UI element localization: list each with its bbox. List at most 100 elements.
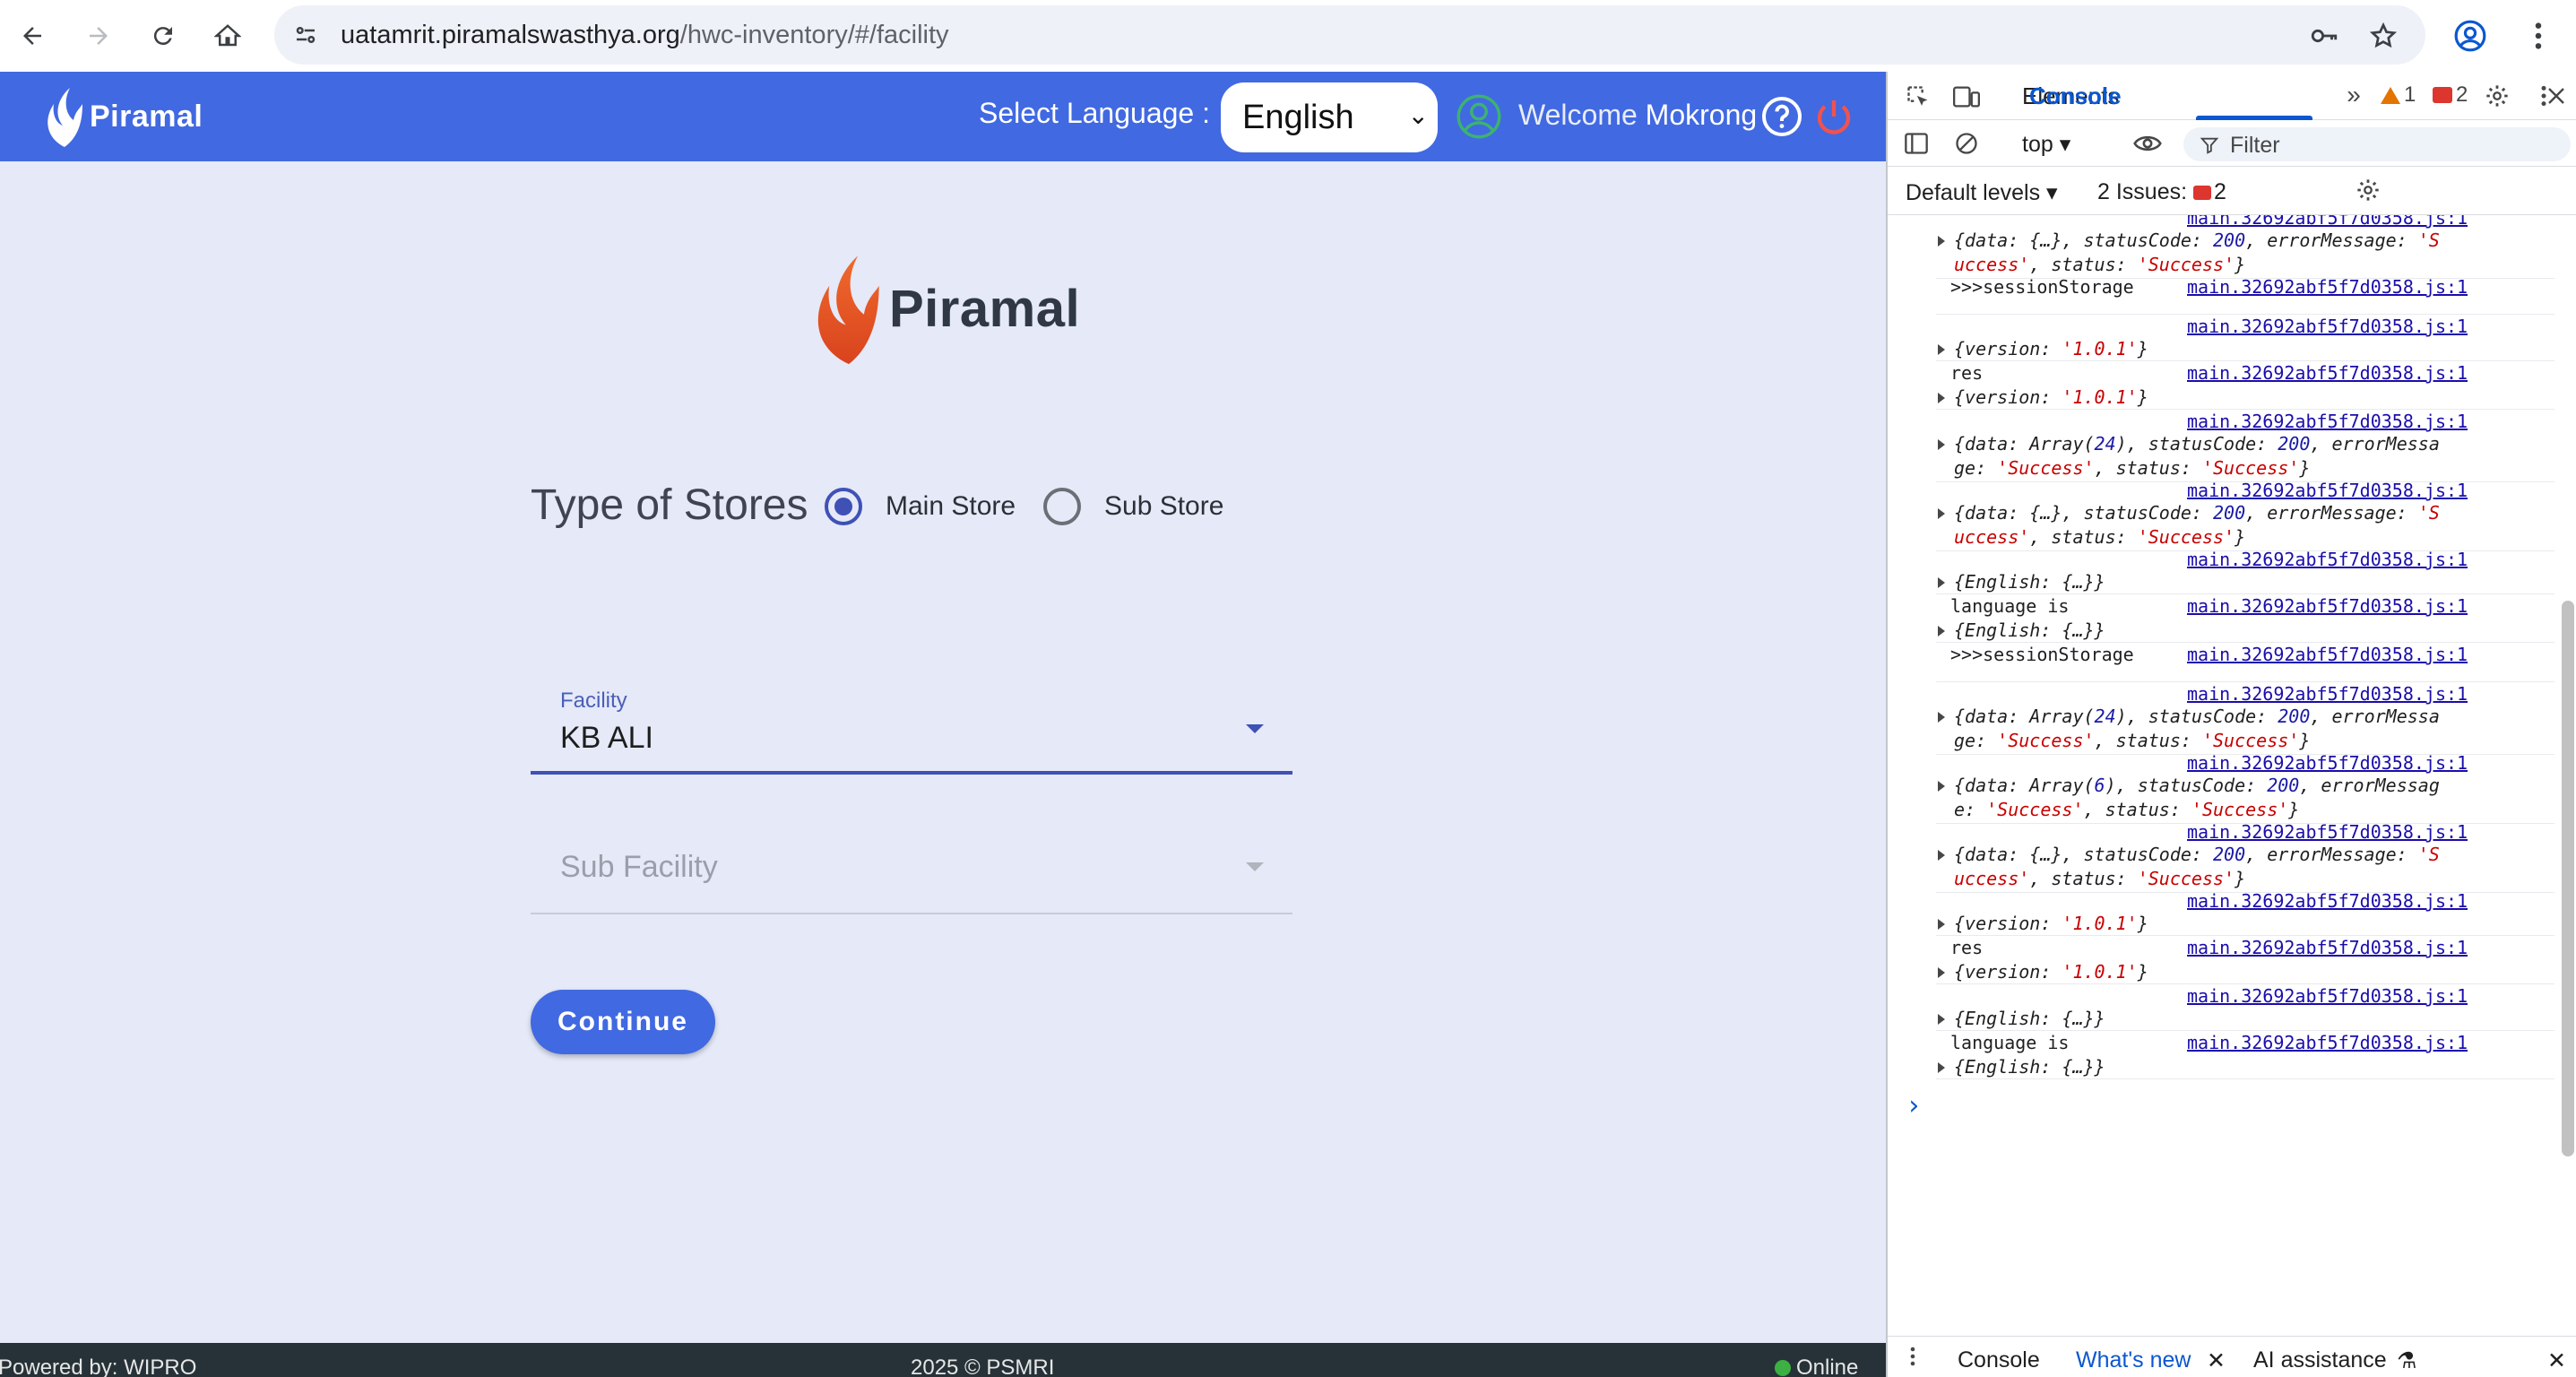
log-source-link[interactable]: main.32692abf5f7d0358.js:1 [2187,275,2468,299]
console-scrollbar[interactable] [2562,601,2574,1156]
console-log-entry[interactable]: main.32692abf5f7d0358.js:1 {data: {…}, st… [1936,479,2554,551]
log-source-link[interactable]: main.32692abf5f7d0358.js:1 [2187,315,2468,339]
context-select[interactable]: top ▾ [2022,131,2070,158]
expand-triangle-icon[interactable] [1938,508,1945,519]
console-log-area[interactable]: main.32692abf5f7d0358.js:1 {data: {…}, st… [1888,215,2576,1336]
more-tabs-icon[interactable]: » [2336,77,2372,113]
power-icon[interactable] [1812,95,1855,138]
log-object[interactable]: {data: {…}, statusCode: 200, errorMessag… [1954,501,2440,550]
menu-icon[interactable] [2513,11,2563,61]
log-source-link[interactable]: main.32692abf5f7d0358.js:1 [2187,751,2468,775]
console-log-entry[interactable]: main.32692abf5f7d0358.js:1 {English: {…}} [1936,548,2554,594]
log-object[interactable]: {data: {…}, statusCode: 200, errorMessag… [1954,229,2440,277]
console-log-entry[interactable]: main.32692abf5f7d0358.js:1 {data: Array(6… [1936,751,2554,824]
close-devtools-icon[interactable] [2538,78,2574,114]
console-log-entry[interactable]: main.32692abf5f7d0358.js:1 res {version: '… [1936,936,2554,984]
close-whats-new-icon[interactable]: ✕ [2207,1347,2226,1374]
expand-triangle-icon[interactable] [1938,967,1945,978]
expand-triangle-icon[interactable] [1938,919,1945,930]
radio-main-store[interactable] [825,488,862,525]
radio-main-store-label[interactable]: Main Store [886,491,1016,522]
language-select[interactable]: English ⌄ [1221,82,1438,152]
log-object[interactable]: {version: '1.0.1'} [1954,385,2148,410]
expand-triangle-icon[interactable] [1938,850,1945,861]
console-log-entry[interactable]: main.32692abf5f7d0358.js:1 language is {En… [1936,1031,2554,1079]
console-log-entry[interactable]: main.32692abf5f7d0358.js:1 {English: {…}} [1936,984,2554,1031]
drawer-tab-whats-new[interactable]: What's new [2076,1347,2191,1373]
log-source-link[interactable]: main.32692abf5f7d0358.js:1 [2187,643,2468,667]
expand-triangle-icon[interactable] [1938,781,1945,792]
sidebar-toggle-icon[interactable] [1898,126,1934,161]
log-source-link[interactable]: main.32692abf5f7d0358.js:1 [2187,361,2468,385]
log-source-link[interactable]: main.32692abf5f7d0358.js:1 [2187,594,2468,619]
drawer-menu-icon[interactable] [1895,1338,1931,1374]
log-source-link[interactable]: main.32692abf5f7d0358.js:1 [2187,1031,2468,1055]
expand-triangle-icon[interactable] [1938,626,1945,637]
expand-triangle-icon[interactable] [1938,1062,1945,1073]
home-icon[interactable] [204,13,251,59]
radio-sub-store-label[interactable]: Sub Store [1104,491,1223,522]
back-icon[interactable] [9,13,56,59]
console-log-entry[interactable]: main.32692abf5f7d0358.js:1 language is {En… [1936,594,2554,643]
log-source-link[interactable]: main.32692abf5f7d0358.js:1 [2187,984,2468,1009]
facility-select[interactable]: Facility KB ALI [531,680,1292,775]
log-object[interactable]: {English: {…}} [1954,1055,2105,1079]
console-log-entry[interactable]: main.32692abf5f7d0358.js:1 >>>sessionStor… [1936,643,2554,682]
address-bar[interactable]: uatamrit.piramalswasthya.org/hwc-invento… [274,5,2425,65]
expand-triangle-icon[interactable] [1938,1014,1945,1025]
radio-sub-store[interactable] [1043,488,1081,525]
log-source-link[interactable]: main.32692abf5f7d0358.js:1 [2187,936,2468,960]
expand-triangle-icon[interactable] [1938,393,1945,403]
log-source-link[interactable]: main.32692abf5f7d0358.js:1 [2187,889,2468,914]
help-icon[interactable] [1760,95,1803,138]
console-log-entry[interactable]: main.32692abf5f7d0358.js:1 {data: Array(2… [1936,682,2554,755]
log-object[interactable]: {English: {…}} [1954,1007,2105,1031]
console-log-entry[interactable]: main.32692abf5f7d0358.js:1 {data: Array(2… [1936,410,2554,482]
console-log-entry[interactable]: main.32692abf5f7d0358.js:1 {version: '1.0… [1936,889,2554,936]
forward-icon[interactable] [75,13,122,59]
drawer-tab-ai-assistance[interactable]: AI assistance [2253,1347,2387,1373]
log-source-link[interactable]: main.32692abf5f7d0358.js:1 [2187,682,2468,706]
log-object[interactable]: {version: '1.0.1'} [1954,912,2148,936]
log-object[interactable]: {English: {…}} [1954,570,2105,594]
star-icon[interactable] [2366,19,2400,53]
settings-gear-icon[interactable] [2479,78,2515,114]
console-log-entry[interactable]: main.32692abf5f7d0358.js:1 res {version: '… [1936,361,2554,410]
site-info-icon[interactable] [289,18,323,52]
drawer-tab-console[interactable]: Console [1958,1347,2040,1373]
expand-triangle-icon[interactable] [1938,236,1945,247]
log-object[interactable]: {data: Array(6), statusCode: 200, errorM… [1954,774,2440,822]
console-log-entry[interactable]: main.32692abf5f7d0358.js:1 {version: '1.0… [1936,315,2554,361]
log-object[interactable]: {version: '1.0.1'} [1954,337,2148,361]
log-source-link[interactable]: main.32692abf5f7d0358.js:1 [2187,410,2468,434]
issues-counter[interactable]: 2 Issues: 2 [2097,179,2226,205]
header-logo[interactable]: Piramal [39,84,203,149]
close-drawer-icon[interactable]: ✕ [2547,1347,2566,1374]
log-object[interactable]: {data: {…}, statusCode: 200, errorMessag… [1954,843,2440,891]
log-object[interactable]: {data: Array(24), statusCode: 200, error… [1954,705,2440,753]
log-source-link[interactable]: main.32692abf5f7d0358.js:1 [2187,548,2468,572]
continue-button[interactable]: Continue [531,990,715,1054]
expand-triangle-icon[interactable] [1938,577,1945,588]
console-log-entry[interactable]: main.32692abf5f7d0358.js:1 {data: {…}, st… [1936,215,2554,279]
reload-icon[interactable] [140,13,186,59]
console-prompt-icon[interactable]: › [1906,1090,1922,1122]
log-source-link[interactable]: main.32692abf5f7d0358.js:1 [2187,479,2468,503]
console-settings-gear-icon[interactable] [2350,172,2386,208]
clear-console-icon[interactable] [1949,126,1984,161]
console-log-entry[interactable]: main.32692abf5f7d0358.js:1 >>>sessionStor… [1936,275,2554,315]
inspect-element-icon[interactable] [1900,79,1936,115]
console-log-entry[interactable]: main.32692abf5f7d0358.js:1 {data: {…}, st… [1936,820,2554,893]
expand-triangle-icon[interactable] [1938,344,1945,355]
log-levels-select[interactable]: Default levels ▾ [1906,179,2058,206]
errors-badge[interactable]: 2 [2433,82,2468,108]
expand-triangle-icon[interactable] [1938,439,1945,450]
log-source-link[interactable]: main.32692abf5f7d0358.js:1 [2187,820,2468,844]
expand-triangle-icon[interactable] [1938,712,1945,723]
key-icon[interactable] [2307,19,2341,53]
log-object[interactable]: {version: '1.0.1'} [1954,960,2148,984]
console-filter-input[interactable]: Filter [2183,127,2571,161]
device-toolbar-icon[interactable] [1949,79,1984,115]
live-expression-eye-icon[interactable] [2130,126,2165,161]
log-object[interactable]: {English: {…}} [1954,619,2105,643]
